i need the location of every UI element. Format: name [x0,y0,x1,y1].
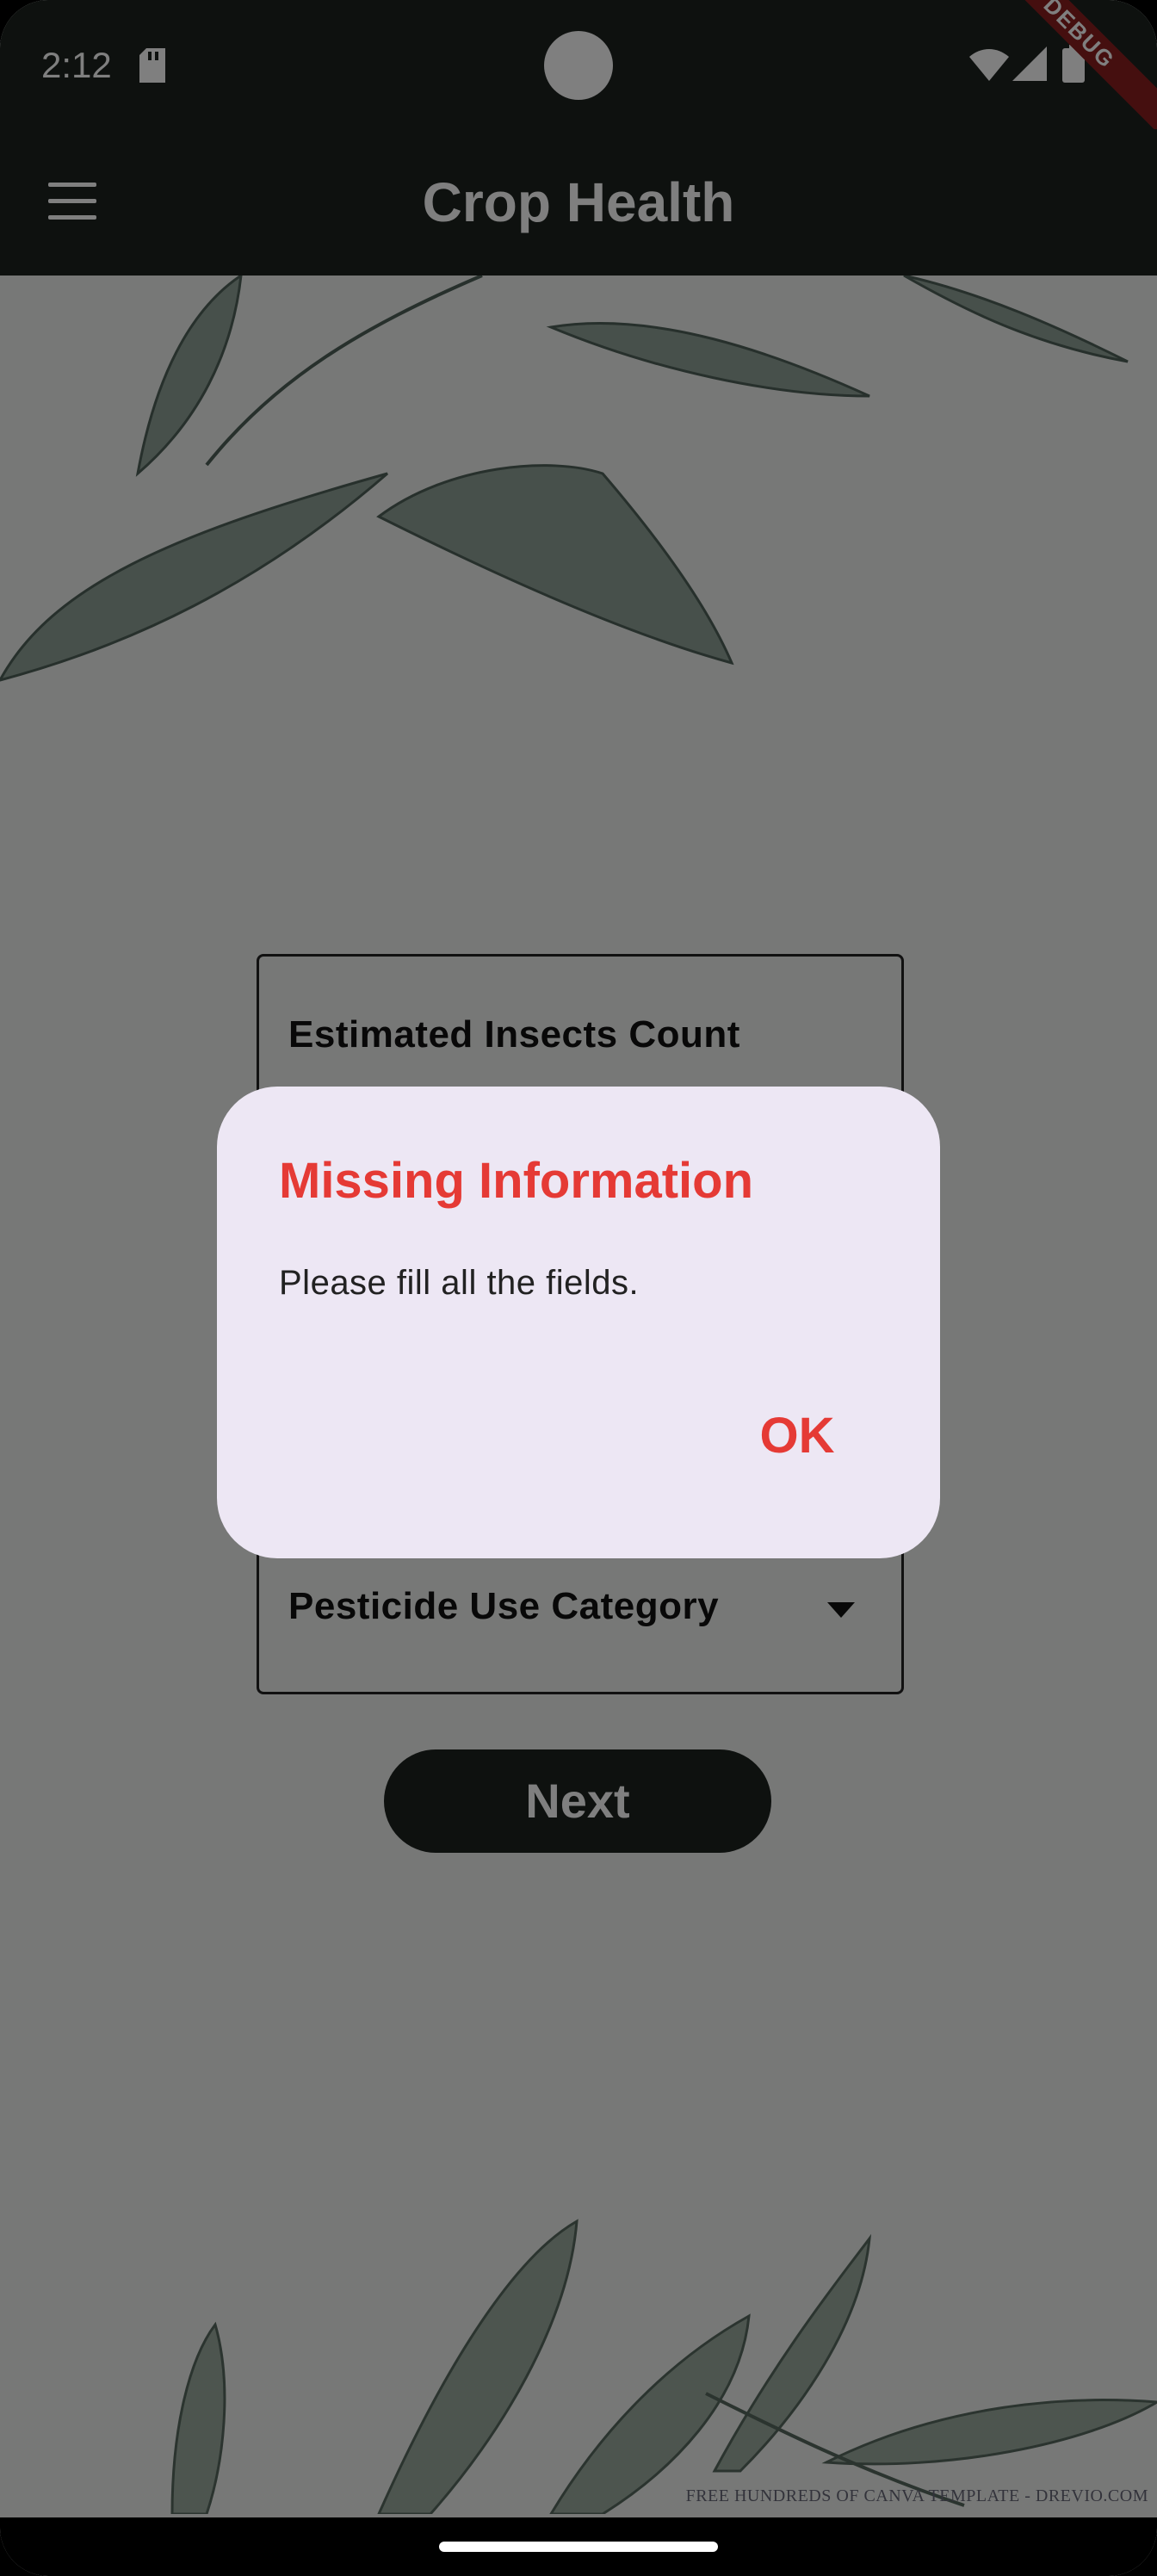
dialog-message: Please fill all the fields. [279,1264,640,1302]
dialog-title: Missing Information [279,1153,753,1209]
phone-screen: FREE HUNDREDS OF CANVA TEMPLATE - DREVIO… [0,0,1157,2576]
alert-dialog: Missing Information Please fill all the … [217,1087,940,1558]
navigation-bar [0,2517,1157,2576]
ok-button[interactable]: OK [737,1393,857,1479]
home-indicator[interactable] [439,2542,718,2552]
